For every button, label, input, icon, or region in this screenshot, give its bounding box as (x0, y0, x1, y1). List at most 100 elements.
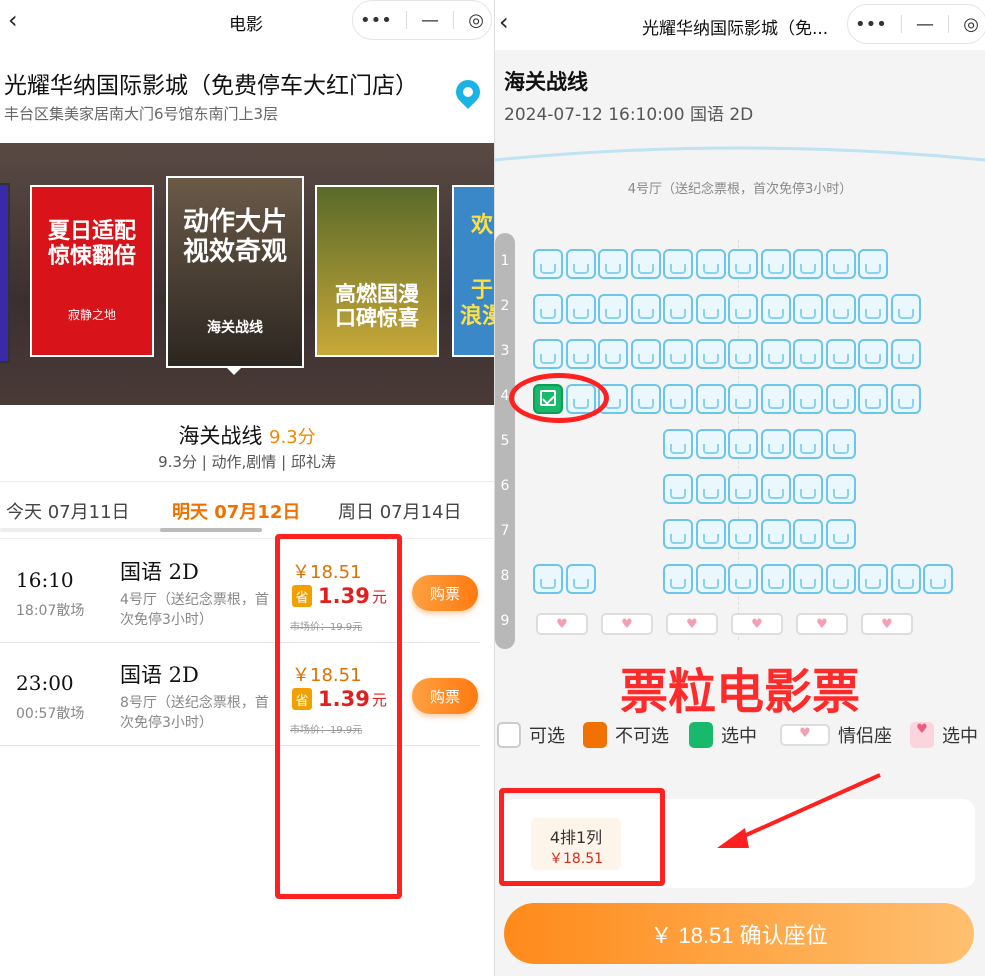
back-icon[interactable]: ‹ (8, 6, 18, 34)
seat[interactable] (890, 564, 921, 594)
seat[interactable] (858, 294, 888, 324)
seat[interactable] (630, 294, 661, 324)
seat[interactable] (695, 519, 726, 549)
seat[interactable] (663, 249, 693, 279)
seat[interactable] (760, 339, 791, 369)
seat[interactable] (858, 564, 888, 594)
seat[interactable] (825, 384, 856, 414)
seat[interactable] (728, 294, 758, 324)
couple-seat[interactable]: ♥ (861, 613, 913, 635)
seat[interactable] (695, 249, 726, 279)
seat[interactable] (728, 519, 758, 549)
seat[interactable] (695, 429, 726, 459)
seat[interactable] (825, 339, 856, 369)
seat[interactable] (760, 564, 791, 594)
buy-ticket-button[interactable]: 购票 (412, 678, 478, 714)
seat[interactable] (825, 249, 856, 279)
couple-seat[interactable]: ♥ (666, 613, 718, 635)
seat[interactable] (825, 519, 856, 549)
tab-sunday[interactable]: 周日 07月14日 (338, 498, 462, 524)
seat[interactable] (858, 384, 888, 414)
seat[interactable] (760, 429, 791, 459)
poster-3[interactable]: 高燃国漫 口碑惊喜 (315, 185, 439, 357)
close-target-icon[interactable]: ◎ (963, 14, 979, 35)
seat[interactable] (533, 564, 563, 594)
seat[interactable] (728, 429, 758, 459)
tab-tomorrow[interactable]: 明天 07月12日 (172, 498, 300, 524)
seat[interactable] (533, 339, 563, 369)
seat[interactable] (728, 564, 758, 594)
couple-seat[interactable]: ♥ (536, 613, 588, 635)
seat[interactable] (793, 384, 823, 414)
seat[interactable] (793, 519, 823, 549)
seat[interactable] (793, 339, 823, 369)
seat[interactable] (728, 339, 758, 369)
seat[interactable] (630, 249, 661, 279)
seat[interactable] (630, 339, 661, 369)
showtime-row[interactable]: 16:10 18:07散场 国语 2D 4号厅（送纪念票根，首次免停3小时） ￥… (0, 540, 480, 643)
poster-4-partial[interactable]: 欢于浪漫 (452, 185, 494, 357)
seat[interactable] (663, 564, 693, 594)
seat[interactable] (858, 249, 888, 279)
seat[interactable] (825, 474, 856, 504)
seat[interactable] (565, 564, 596, 594)
seat[interactable] (533, 249, 563, 279)
seat[interactable] (663, 384, 693, 414)
seat[interactable] (793, 474, 823, 504)
couple-seat[interactable]: ♥ (601, 613, 653, 635)
seat[interactable] (565, 294, 596, 324)
couple-seat[interactable]: ♥ (731, 613, 783, 635)
close-target-icon[interactable]: ◎ (468, 10, 484, 31)
seat[interactable] (793, 294, 823, 324)
seat[interactable] (695, 384, 726, 414)
location-pin-icon[interactable] (451, 75, 485, 109)
seat[interactable] (663, 339, 693, 369)
seat[interactable] (890, 294, 921, 324)
seat[interactable] (728, 474, 758, 504)
seat[interactable] (695, 474, 726, 504)
seat[interactable] (663, 294, 693, 324)
showtime-row[interactable]: 23:00 00:57散场 国语 2D 8号厅（送纪念票根，首次免停3小时） ￥… (0, 643, 480, 746)
seat[interactable] (663, 474, 693, 504)
seat[interactable] (825, 294, 856, 324)
confirm-seat-button[interactable]: ￥ 18.51 确认座位 (504, 903, 974, 964)
seat[interactable] (760, 249, 791, 279)
couple-seat[interactable]: ♥ (796, 613, 848, 635)
seat[interactable] (695, 564, 726, 594)
minimize-icon[interactable]: — (421, 10, 439, 31)
seat[interactable] (695, 339, 726, 369)
seat[interactable] (760, 384, 791, 414)
seat[interactable] (760, 294, 791, 324)
seat[interactable] (858, 339, 888, 369)
seat[interactable] (890, 339, 921, 369)
seat[interactable] (728, 249, 758, 279)
seat[interactable] (598, 294, 628, 324)
seat[interactable] (598, 339, 628, 369)
back-icon[interactable]: ‹ (499, 8, 509, 36)
seat[interactable] (760, 474, 791, 504)
more-icon[interactable]: ••• (360, 10, 392, 31)
seat[interactable] (565, 249, 596, 279)
tab-today[interactable]: 今天 07月11日 (6, 498, 130, 524)
seat[interactable] (533, 294, 563, 324)
more-icon[interactable]: ••• (855, 14, 887, 35)
minimize-icon[interactable]: — (916, 14, 934, 35)
seat[interactable] (630, 384, 661, 414)
poster-1[interactable]: 夏日适配 惊悚翻倍 寂静之地 (30, 185, 154, 357)
seat[interactable] (728, 384, 758, 414)
seat[interactable] (663, 519, 693, 549)
seat[interactable] (695, 294, 726, 324)
poster-partial-left[interactable] (0, 183, 10, 363)
seat[interactable] (760, 519, 791, 549)
buy-ticket-button[interactable]: 购票 (412, 575, 478, 611)
seat[interactable] (793, 249, 823, 279)
poster-carousel[interactable]: 夏日适配惊悚翻倍寂静之地 动作大片视效奇观海关战线 高燃国漫口碑惊喜 欢于浪漫 (0, 143, 494, 405)
seat[interactable] (890, 384, 921, 414)
seat[interactable] (663, 429, 693, 459)
seat[interactable] (793, 564, 823, 594)
seat[interactable] (598, 249, 628, 279)
poster-2-selected[interactable]: 动作大片 视效奇观 海关战线 (166, 176, 304, 368)
seat[interactable] (923, 564, 953, 594)
seat[interactable] (565, 339, 596, 369)
seat[interactable] (825, 429, 856, 459)
